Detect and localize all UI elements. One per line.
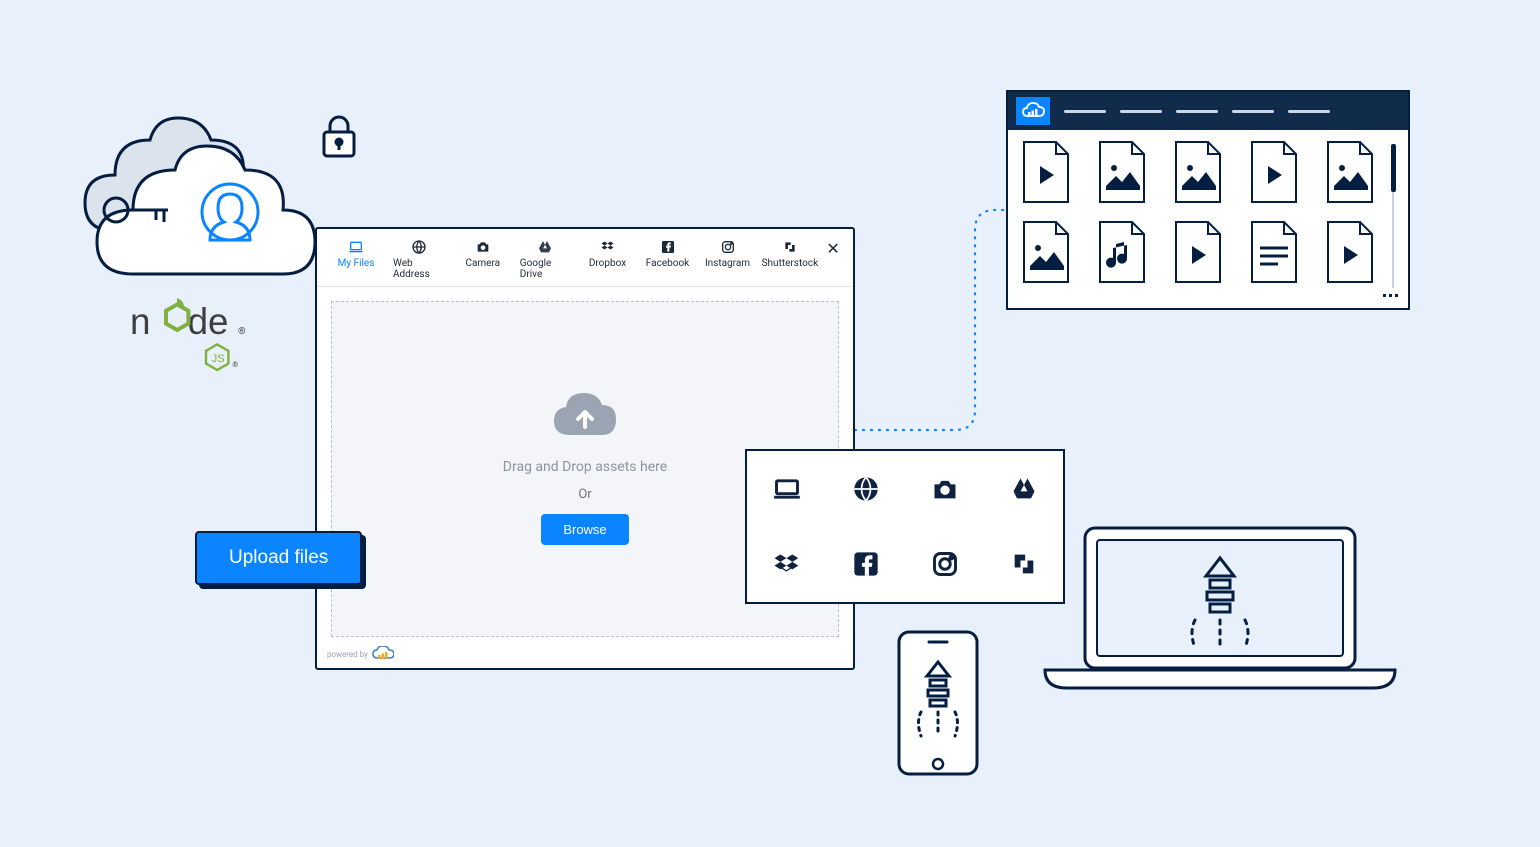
svg-text:de: de bbox=[188, 301, 229, 342]
library-grid bbox=[1020, 140, 1384, 288]
file-image[interactable] bbox=[1324, 140, 1376, 204]
nav-placeholder bbox=[1064, 110, 1106, 113]
tab-label: My Files bbox=[338, 258, 375, 269]
sources-panel bbox=[745, 449, 1065, 604]
close-button[interactable]: ✕ bbox=[823, 237, 843, 259]
dropzone-hint: Drag and Drop assets here bbox=[503, 459, 667, 475]
source-camera-icon bbox=[931, 475, 959, 503]
dropbox-icon bbox=[600, 239, 616, 255]
svg-text:JS: JS bbox=[212, 353, 225, 365]
phone-illustration bbox=[893, 628, 983, 778]
tab-google-drive[interactable]: Google Drive bbox=[514, 237, 577, 282]
file-video[interactable] bbox=[1020, 140, 1072, 204]
tab-label: Camera bbox=[465, 258, 500, 269]
library-header bbox=[1008, 92, 1408, 130]
tab-label: Dropbox bbox=[589, 258, 626, 269]
tab-camera[interactable]: Camera bbox=[454, 237, 512, 271]
tab-label: Facebook bbox=[646, 258, 689, 269]
nav-placeholder bbox=[1176, 110, 1218, 113]
resize-handle bbox=[1008, 294, 1408, 308]
powered-by-label: powered by bbox=[327, 650, 368, 659]
file-image[interactable] bbox=[1172, 140, 1224, 204]
laptop-icon bbox=[348, 239, 364, 255]
camera-icon bbox=[475, 239, 491, 255]
tab-instagram[interactable]: Instagram bbox=[699, 237, 757, 271]
media-library-panel bbox=[1006, 90, 1410, 310]
nav-placeholder bbox=[1232, 110, 1274, 113]
globe-icon bbox=[411, 239, 427, 255]
source-facebook-icon bbox=[852, 550, 880, 578]
cloudinary-logo-icon bbox=[372, 646, 394, 662]
dropzone-or: Or bbox=[578, 487, 591, 502]
cloudinary-logo-icon bbox=[1016, 97, 1050, 125]
tab-dropbox[interactable]: Dropbox bbox=[579, 237, 637, 271]
source-shutterstock-icon bbox=[1010, 550, 1038, 578]
tab-label: Google Drive bbox=[520, 258, 571, 280]
file-image[interactable] bbox=[1020, 220, 1072, 284]
tab-my-files[interactable]: My Files bbox=[327, 237, 385, 271]
file-audio[interactable] bbox=[1096, 220, 1148, 284]
tab-label: Shutterstock bbox=[762, 258, 819, 269]
tab-label: Web Address bbox=[393, 258, 446, 280]
instagram-icon bbox=[720, 239, 736, 255]
source-laptop-icon bbox=[773, 475, 801, 503]
svg-text:®: ® bbox=[232, 360, 238, 369]
tab-shutterstock[interactable]: Shutterstock bbox=[759, 237, 822, 271]
tab-web-address[interactable]: Web Address bbox=[387, 237, 452, 282]
powered-by: powered by bbox=[327, 646, 394, 662]
shutterstock-icon bbox=[782, 239, 798, 255]
file-video[interactable] bbox=[1172, 220, 1224, 284]
cloud-upload-icon bbox=[550, 393, 620, 447]
file-video[interactable] bbox=[1324, 220, 1376, 284]
browse-button[interactable]: Browse bbox=[541, 514, 628, 545]
gdrive-icon bbox=[537, 239, 553, 255]
source-globe-icon bbox=[852, 475, 880, 503]
file-image[interactable] bbox=[1096, 140, 1148, 204]
laptop-illustration bbox=[1035, 520, 1405, 700]
file-video[interactable] bbox=[1248, 140, 1300, 204]
source-tabs: My Files Web Address Camera Google Drive… bbox=[317, 229, 853, 287]
connector-dotted-line bbox=[855, 200, 1017, 450]
facebook-icon bbox=[660, 239, 676, 255]
svg-text:n: n bbox=[130, 301, 150, 342]
tab-label: Instagram bbox=[705, 258, 750, 269]
nodejs-logo: n de ® JS ® bbox=[130, 290, 290, 390]
svg-text:®: ® bbox=[238, 326, 246, 337]
source-instagram-icon bbox=[931, 550, 959, 578]
library-scrollbar[interactable] bbox=[1390, 140, 1396, 288]
nav-placeholder bbox=[1288, 110, 1330, 113]
upload-files-button[interactable]: Upload files bbox=[195, 531, 362, 585]
source-dropbox-icon bbox=[773, 550, 801, 578]
file-text[interactable] bbox=[1248, 220, 1300, 284]
source-gdrive-icon bbox=[1010, 475, 1038, 503]
tab-facebook[interactable]: Facebook bbox=[639, 237, 697, 271]
nav-placeholder bbox=[1120, 110, 1162, 113]
